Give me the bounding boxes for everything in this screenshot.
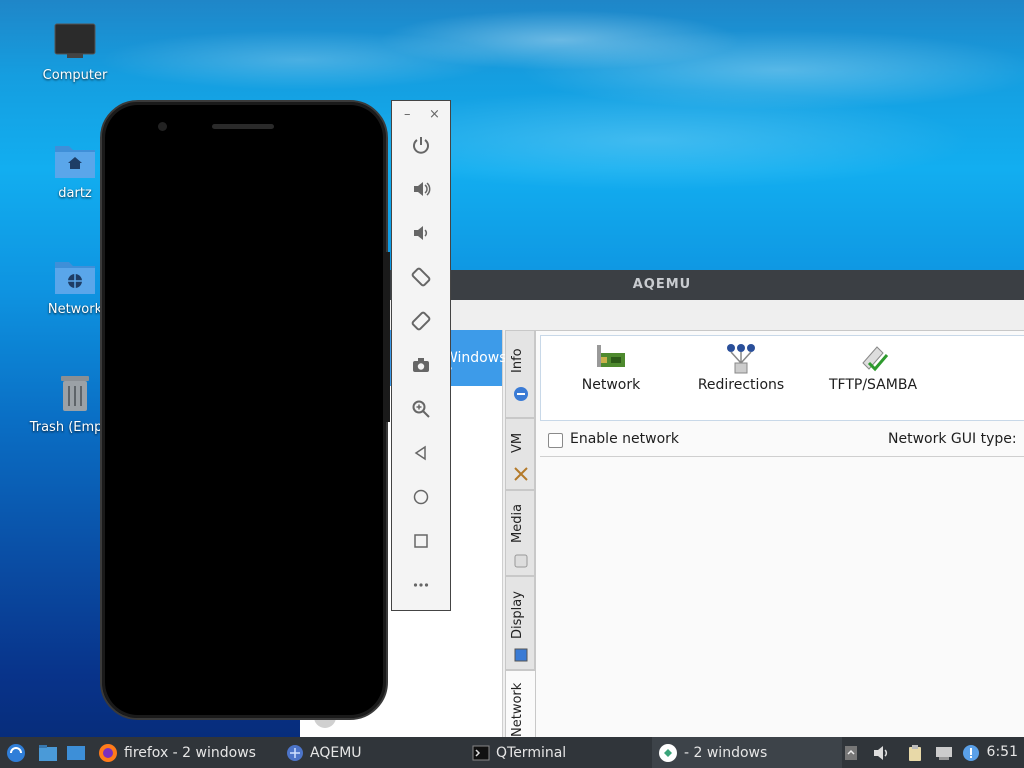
file-manager-icon (39, 744, 57, 761)
network-card-icon (597, 345, 625, 367)
volume-icon (874, 745, 888, 760)
start-menu-button[interactable] (6, 737, 26, 768)
tray-expand-icon (845, 745, 857, 760)
phone-emulator-screen[interactable] (100, 100, 390, 720)
volume-up-icon (414, 182, 431, 196)
desktop-icon-label: Network (47, 302, 103, 317)
desktop-icon-label: Computer (42, 68, 108, 83)
minimize-button[interactable]: – (404, 107, 411, 122)
home-button[interactable] (406, 482, 436, 512)
desktop-icon-label: dartz (58, 186, 92, 201)
zoom-icon (412, 400, 430, 418)
section-network[interactable]: Network (577, 341, 645, 393)
network-gui-type-label: Network GUI type: (888, 431, 1017, 447)
more-icon (413, 583, 429, 587)
trash-icon (61, 376, 89, 411)
emulator-icon (659, 743, 677, 762)
phone-side-button (386, 252, 390, 422)
section-toolbar: Network Redirections TFTP/SAMBA (540, 335, 1024, 421)
taskbar: firefox - 2 windows AQEMU QTerminal - 2 … (0, 737, 1024, 768)
section-redirections[interactable]: Redirections (691, 341, 791, 393)
desktop-icon (67, 745, 85, 760)
more-button[interactable] (406, 570, 436, 600)
desktop-icon-computer[interactable]: Computer (20, 22, 130, 83)
enable-network-label: Enable network (570, 431, 679, 447)
menu-icon (7, 743, 25, 762)
taskbar-firefox[interactable]: firefox - 2 windows (98, 737, 256, 768)
display-icon (514, 648, 528, 662)
volume-up-button[interactable] (406, 174, 436, 204)
rotate-left-icon (411, 267, 431, 287)
notification-icon (963, 744, 979, 761)
tray-up-arrow[interactable] (844, 737, 858, 768)
rotate-left-button[interactable] (406, 262, 436, 292)
vm-name: Windows 7 (444, 350, 507, 382)
rotate-right-button[interactable] (406, 306, 436, 336)
home-folder-icon (55, 146, 95, 178)
close-button[interactable]: × (429, 107, 440, 122)
vertical-tabs: Info VM Media Display Network (505, 330, 535, 738)
back-icon (414, 445, 426, 461)
power-icon (413, 137, 429, 154)
taskbar-qterminal[interactable]: QTerminal (472, 737, 566, 768)
tray-volume[interactable] (872, 737, 890, 768)
emulator-toolbar: – × (391, 100, 451, 611)
phone-camera (158, 122, 167, 131)
tray-clipboard[interactable] (906, 737, 924, 768)
back-button[interactable] (406, 438, 436, 468)
tools-icon (514, 467, 528, 481)
tray-network[interactable] (934, 737, 954, 768)
network-panel: Network Redirections TFTP/SAMBA Enable n… (535, 330, 1024, 740)
info-icon (514, 387, 528, 401)
aqemu-icon (287, 744, 303, 761)
tab-media[interactable]: Media (505, 490, 535, 576)
terminal-icon (472, 745, 490, 760)
tftp-samba-icon (862, 346, 889, 372)
tab-display[interactable]: Display (505, 576, 535, 670)
redirections-icon (727, 344, 755, 374)
tray-notification[interactable] (962, 737, 980, 768)
clipboard-icon (909, 744, 921, 761)
screenshot-button[interactable] (406, 350, 436, 380)
camera-icon (413, 358, 429, 372)
section-tftp-samba[interactable]: TFTP/SAMBA (823, 341, 923, 393)
overview-icon (414, 534, 428, 548)
file-manager-launcher[interactable] (38, 737, 58, 768)
rotate-right-icon (411, 311, 431, 331)
home-icon (413, 489, 429, 505)
network-icon (936, 746, 952, 760)
tab-network[interactable]: Network (505, 670, 535, 738)
network-folder-icon (55, 262, 95, 294)
firefox-icon (99, 743, 117, 762)
taskbar-aqemu[interactable]: AQEMU (286, 737, 362, 768)
volume-down-button[interactable] (406, 218, 436, 248)
tab-vm[interactable]: VM (505, 418, 535, 490)
media-icon (514, 554, 528, 568)
volume-down-icon (414, 226, 428, 240)
enable-network-row: Enable network Network GUI type: (546, 431, 1024, 455)
phone-speaker (212, 124, 274, 129)
clock[interactable]: 6:51 (987, 744, 1018, 760)
divider (540, 456, 1024, 457)
power-button[interactable] (406, 130, 436, 160)
zoom-button[interactable] (406, 394, 436, 424)
show-desktop-button[interactable] (66, 737, 86, 768)
taskbar-emulator[interactable]: - 2 windows (652, 737, 842, 768)
overview-button[interactable] (406, 526, 436, 556)
computer-icon (54, 23, 96, 58)
enable-network-checkbox[interactable] (548, 433, 563, 448)
tab-info[interactable]: Info (505, 330, 535, 418)
